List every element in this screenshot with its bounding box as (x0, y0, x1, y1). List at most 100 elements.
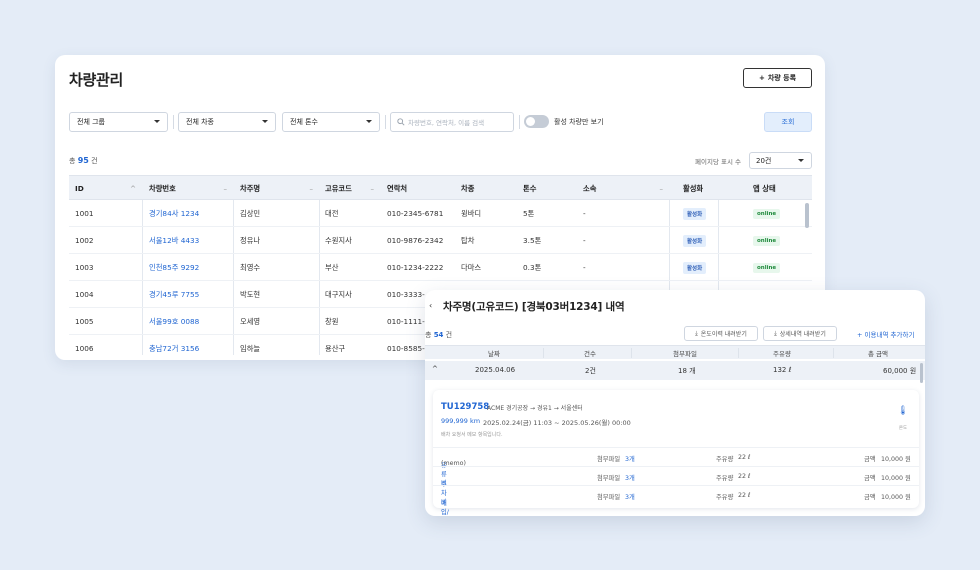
cell-plate[interactable]: 서울99호 0088 (149, 308, 199, 335)
cell-text: 010-3333- (387, 290, 425, 299)
add-usage-link[interactable]: + 이용내역 추가하기 (857, 329, 914, 339)
cell-text: 경기45루 7755 (149, 289, 200, 299)
per-page-select[interactable]: 20건 (749, 152, 812, 169)
tonnage-select[interactable]: 전체 톤수 (282, 112, 380, 132)
query-button[interactable]: 조회 (764, 112, 812, 132)
active-badge: 활성화 (683, 234, 707, 247)
register-vehicle-label: 차량 등록 (767, 74, 797, 82)
cell-code: 대전 (325, 200, 338, 227)
table-scrollbar[interactable] (805, 203, 809, 228)
cell-owner: 오세영 (240, 308, 260, 335)
files-label: 첨부파일 (597, 475, 621, 482)
download-detail-button[interactable]: ⤓ 상세내역 내려받기 (763, 326, 837, 341)
cell-code: 창원 (325, 308, 338, 335)
expense-item[interactable]: 유류비 (memo) 첨부파일 3개 주유량 22 ℓ 금액 10,000 원 (433, 447, 919, 487)
summary-count: 2건 (585, 367, 596, 375)
download-temperature-button[interactable]: ⤓ 온도이력 내려받기 (684, 326, 758, 341)
search-input[interactable]: 차량번호, 연락처, 이름 검색 (390, 112, 514, 132)
cell-vtype: 다마스 (461, 254, 481, 281)
count-suffix: 건 (445, 331, 453, 339)
sort-icon[interactable]: – (224, 185, 228, 193)
cell-text: 010-8585- (387, 344, 425, 353)
filter-bar: 전체 그룹 전체 차종 전체 톤수 차량번호, 연락처, 이름 검색 활성 차량… (69, 112, 812, 132)
cell-text: - (583, 263, 586, 272)
caret-down-icon (154, 120, 160, 123)
search-placeholder: 차량번호, 연락처, 이름 검색 (408, 119, 485, 127)
column-header-plate[interactable]: 차량번호 – (149, 176, 233, 201)
cell-vtype: 탑차 (461, 227, 474, 254)
trip-distance: 999,999 km (441, 417, 481, 425)
header-divider (833, 348, 834, 358)
column-header-id[interactable]: ID ^ (75, 176, 142, 201)
cell-phone: 010-8585- (387, 335, 425, 360)
cell-phone: 010-2345-6781 (387, 200, 443, 227)
thermometer-icon[interactable]: 🌡 (895, 406, 911, 416)
active-only-toggle[interactable] (524, 115, 549, 128)
column-header-code[interactable]: 고유코드 – (325, 176, 380, 201)
total-count-value: 95 (77, 156, 89, 165)
cell-owner: 최영수 (240, 254, 260, 281)
cell-plate[interactable]: 인천85주 9292 (149, 254, 199, 281)
sort-icon[interactable]: – (660, 185, 664, 193)
column-header-label: 차량번호 (149, 183, 176, 193)
count-prefix: 총 (425, 331, 432, 339)
table-row[interactable]: 1002 서울12바 4433 정유나 수원지사 010-9876-2342 탑차 3.5톤… (69, 227, 812, 254)
detail-header-fuel: 주유량 (773, 350, 791, 358)
table-row[interactable]: 1003 인천85주 9292 최영수 부산 010-1234-2222 다마스 0.3톤 -… (69, 254, 812, 281)
fuel-value: 22 ℓ (738, 492, 751, 499)
cell-text: 대구지사 (325, 289, 352, 299)
cell-owner: 정유나 (240, 227, 260, 254)
cell-plate[interactable]: 경기84사 1234 (149, 200, 199, 227)
cell-text: 정유나 (240, 235, 261, 245)
expense-item[interactable]: 매입/매출증명서 첨부파일 3개 주유량 22 ℓ 금액 10,000 원 (433, 485, 919, 516)
download-icon: ⤓ (774, 329, 777, 337)
header-divider (543, 348, 544, 358)
cell-code: 대구지사 (325, 281, 352, 308)
column-header-owner[interactable]: 차주명 – (240, 176, 319, 201)
column-header-org[interactable]: 소속 – (583, 176, 669, 201)
total-suffix: 건 (91, 157, 98, 165)
cell-text: 1006 (75, 344, 94, 353)
column-header-tonnage: 톤수 (523, 176, 536, 201)
cell-id: 1003 (75, 254, 94, 281)
search-icon (397, 118, 405, 126)
collapse-chevron-icon[interactable]: ^ (432, 365, 438, 373)
files-count-link[interactable]: 3개 (625, 473, 635, 482)
sort-up-icon[interactable]: ^ (130, 185, 136, 193)
table-header: ID ^ 차량번호 – 차주명 – 고유코드 – 연락처 차종 톤수 소속 – 활성화 앱… (69, 175, 812, 200)
cell-id: 1005 (75, 308, 94, 335)
column-header-label: 고유코드 (325, 183, 352, 193)
detail-scrollbar[interactable] (920, 363, 923, 383)
trip-id[interactable]: TU129758 (441, 402, 489, 412)
cell-owner: 김상민 (240, 200, 260, 227)
sort-icon[interactable]: – (371, 185, 375, 193)
expense-item[interactable]: 주차비 첨부파일 3개 주유량 22 ℓ 금액 10,000 원 (433, 466, 919, 506)
cell-plate[interactable]: 경기45루 7755 (149, 281, 199, 308)
sort-icon[interactable]: – (310, 185, 314, 193)
cell-text: 인천85주 9292 (149, 262, 200, 272)
caret-down-icon (262, 120, 268, 123)
register-vehicle-button[interactable]: + 차량 등록 (743, 68, 812, 88)
cell-phone: 010-1234-2222 (387, 254, 443, 281)
fuel-value: 22 ℓ (738, 454, 751, 461)
summary-files: 18 개 (678, 367, 696, 375)
daily-summary-row[interactable]: ^ 2025.04.06 2건 18 개 132 ℓ 60,000 원 (425, 361, 925, 380)
back-chevron-icon[interactable]: ‹ (429, 301, 432, 310)
cell-text: 1003 (75, 263, 94, 272)
cell-ton: 5톤 (523, 200, 534, 227)
column-header-phone: 연락처 (387, 176, 407, 201)
vehicle-type-select[interactable]: 전체 차종 (178, 112, 276, 132)
group-select[interactable]: 전체 그룹 (69, 112, 168, 132)
summary-amount: 60,000 원 (883, 367, 917, 375)
amount-label: 금액 (864, 475, 876, 482)
files-count-link[interactable]: 3개 (625, 492, 635, 501)
group-select-value: 전체 그룹 (77, 118, 105, 126)
caret-down-icon (366, 120, 372, 123)
cell-plate[interactable]: 서울12바 4433 (149, 227, 199, 254)
column-header-vehicle-type: 차종 (461, 176, 474, 201)
detail-header-count: 건수 (584, 350, 596, 358)
files-count-link[interactable]: 3개 (625, 454, 635, 463)
detail-header-date: 날짜 (488, 350, 500, 358)
cell-plate[interactable]: 충남72거 3156 (149, 335, 199, 360)
table-row[interactable]: 1001 경기84사 1234 김상민 대전 010-2345-6781 윙바디 5톤 - 활성… (69, 200, 812, 227)
